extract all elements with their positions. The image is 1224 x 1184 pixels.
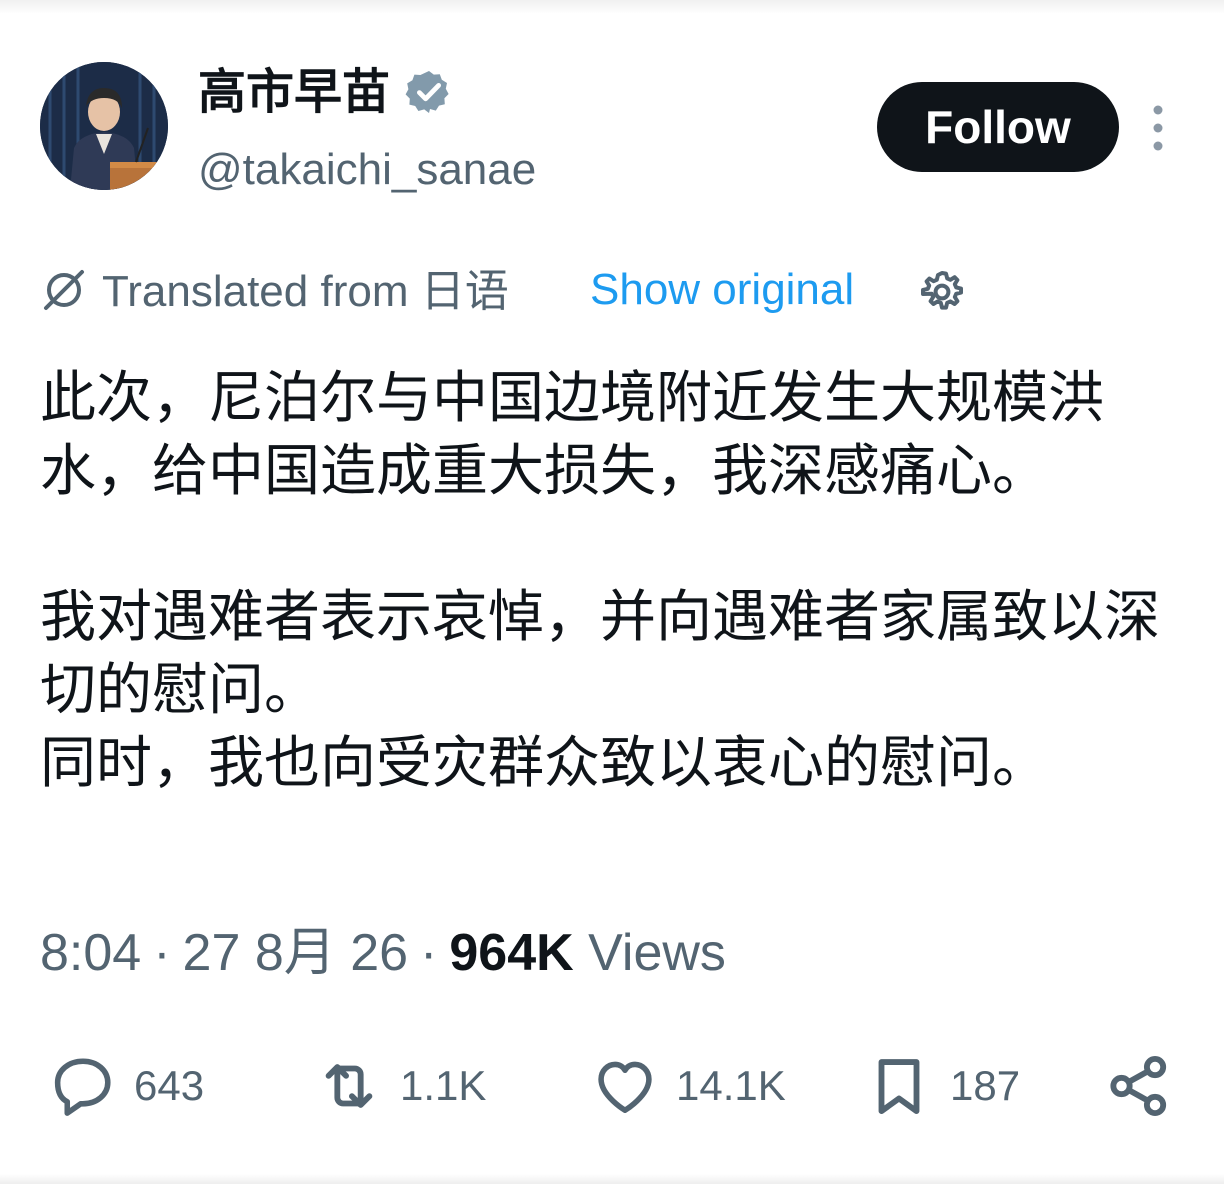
post-time[interactable]: 8:04 [40, 924, 141, 982]
post-paragraph: 同时，我也向受灾群众致以衷心的慰问。 [40, 731, 1048, 796]
avatar[interactable] [40, 62, 168, 190]
verified-badge-icon[interactable] [405, 68, 453, 116]
views-count: 964K [449, 924, 574, 982]
show-original-link[interactable]: Show original [590, 262, 854, 318]
avatar-image [40, 62, 168, 190]
display-name[interactable]: 高市早苗 [198, 60, 390, 124]
repost-count: 1.1K [400, 1062, 487, 1109]
reply-count: 643 [134, 1062, 205, 1109]
post-header: 高市早苗 @takaichi_sanae Follow [40, 60, 1190, 200]
handle[interactable]: @takaichi_sanae [198, 142, 536, 198]
top-edge [0, 0, 1224, 14]
repost-icon [325, 1064, 373, 1108]
name-row: 高市早苗 [198, 60, 453, 124]
post-paragraph: 此次，尼泊尔与中国边境附近发生大规模洪水，给中国造成重大损失，我深感痛心。 [40, 366, 1104, 504]
bookmark-icon [878, 1059, 920, 1114]
like-button[interactable]: 14.1K [590, 1050, 786, 1122]
action-bar: 643 1.1K 14.1K 187 [48, 1050, 1178, 1122]
repost-button[interactable]: 1.1K [314, 1050, 486, 1122]
more-icon[interactable] [1148, 104, 1168, 152]
post-date[interactable]: 27 8月 26 [183, 924, 409, 982]
like-count: 14.1K [676, 1062, 786, 1109]
reply-button[interactable]: 643 [48, 1050, 204, 1122]
reply-icon [54, 1058, 111, 1116]
bottom-edge [0, 1174, 1224, 1184]
translated-from-label: Translated from 日语 [102, 267, 509, 316]
post-paragraph: 我对遇难者表示哀悼，并向遇难者家属致以深切的慰问。 [40, 585, 1160, 723]
post-text: 此次，尼泊尔与中国边境附近发生大规模洪水，给中国造成重大损失，我深感痛心。 我对… [40, 362, 1170, 800]
separator: · [420, 924, 438, 982]
views-label: Views [588, 924, 726, 982]
settings-icon[interactable] [918, 268, 966, 316]
bookmark-button[interactable]: 187 [864, 1050, 1020, 1122]
like-icon [598, 1061, 652, 1113]
post-meta: 8:04 · 27 8月 26 · 964K Views [40, 918, 726, 988]
separator: · [153, 924, 171, 982]
share-button[interactable] [1104, 1050, 1174, 1122]
follow-button[interactable]: Follow [877, 82, 1119, 172]
bookmark-count: 187 [950, 1062, 1021, 1109]
share-icon [1110, 1055, 1167, 1117]
translation-bar: Translated from 日语 Show original [40, 262, 1190, 322]
translate-icon [44, 270, 84, 310]
